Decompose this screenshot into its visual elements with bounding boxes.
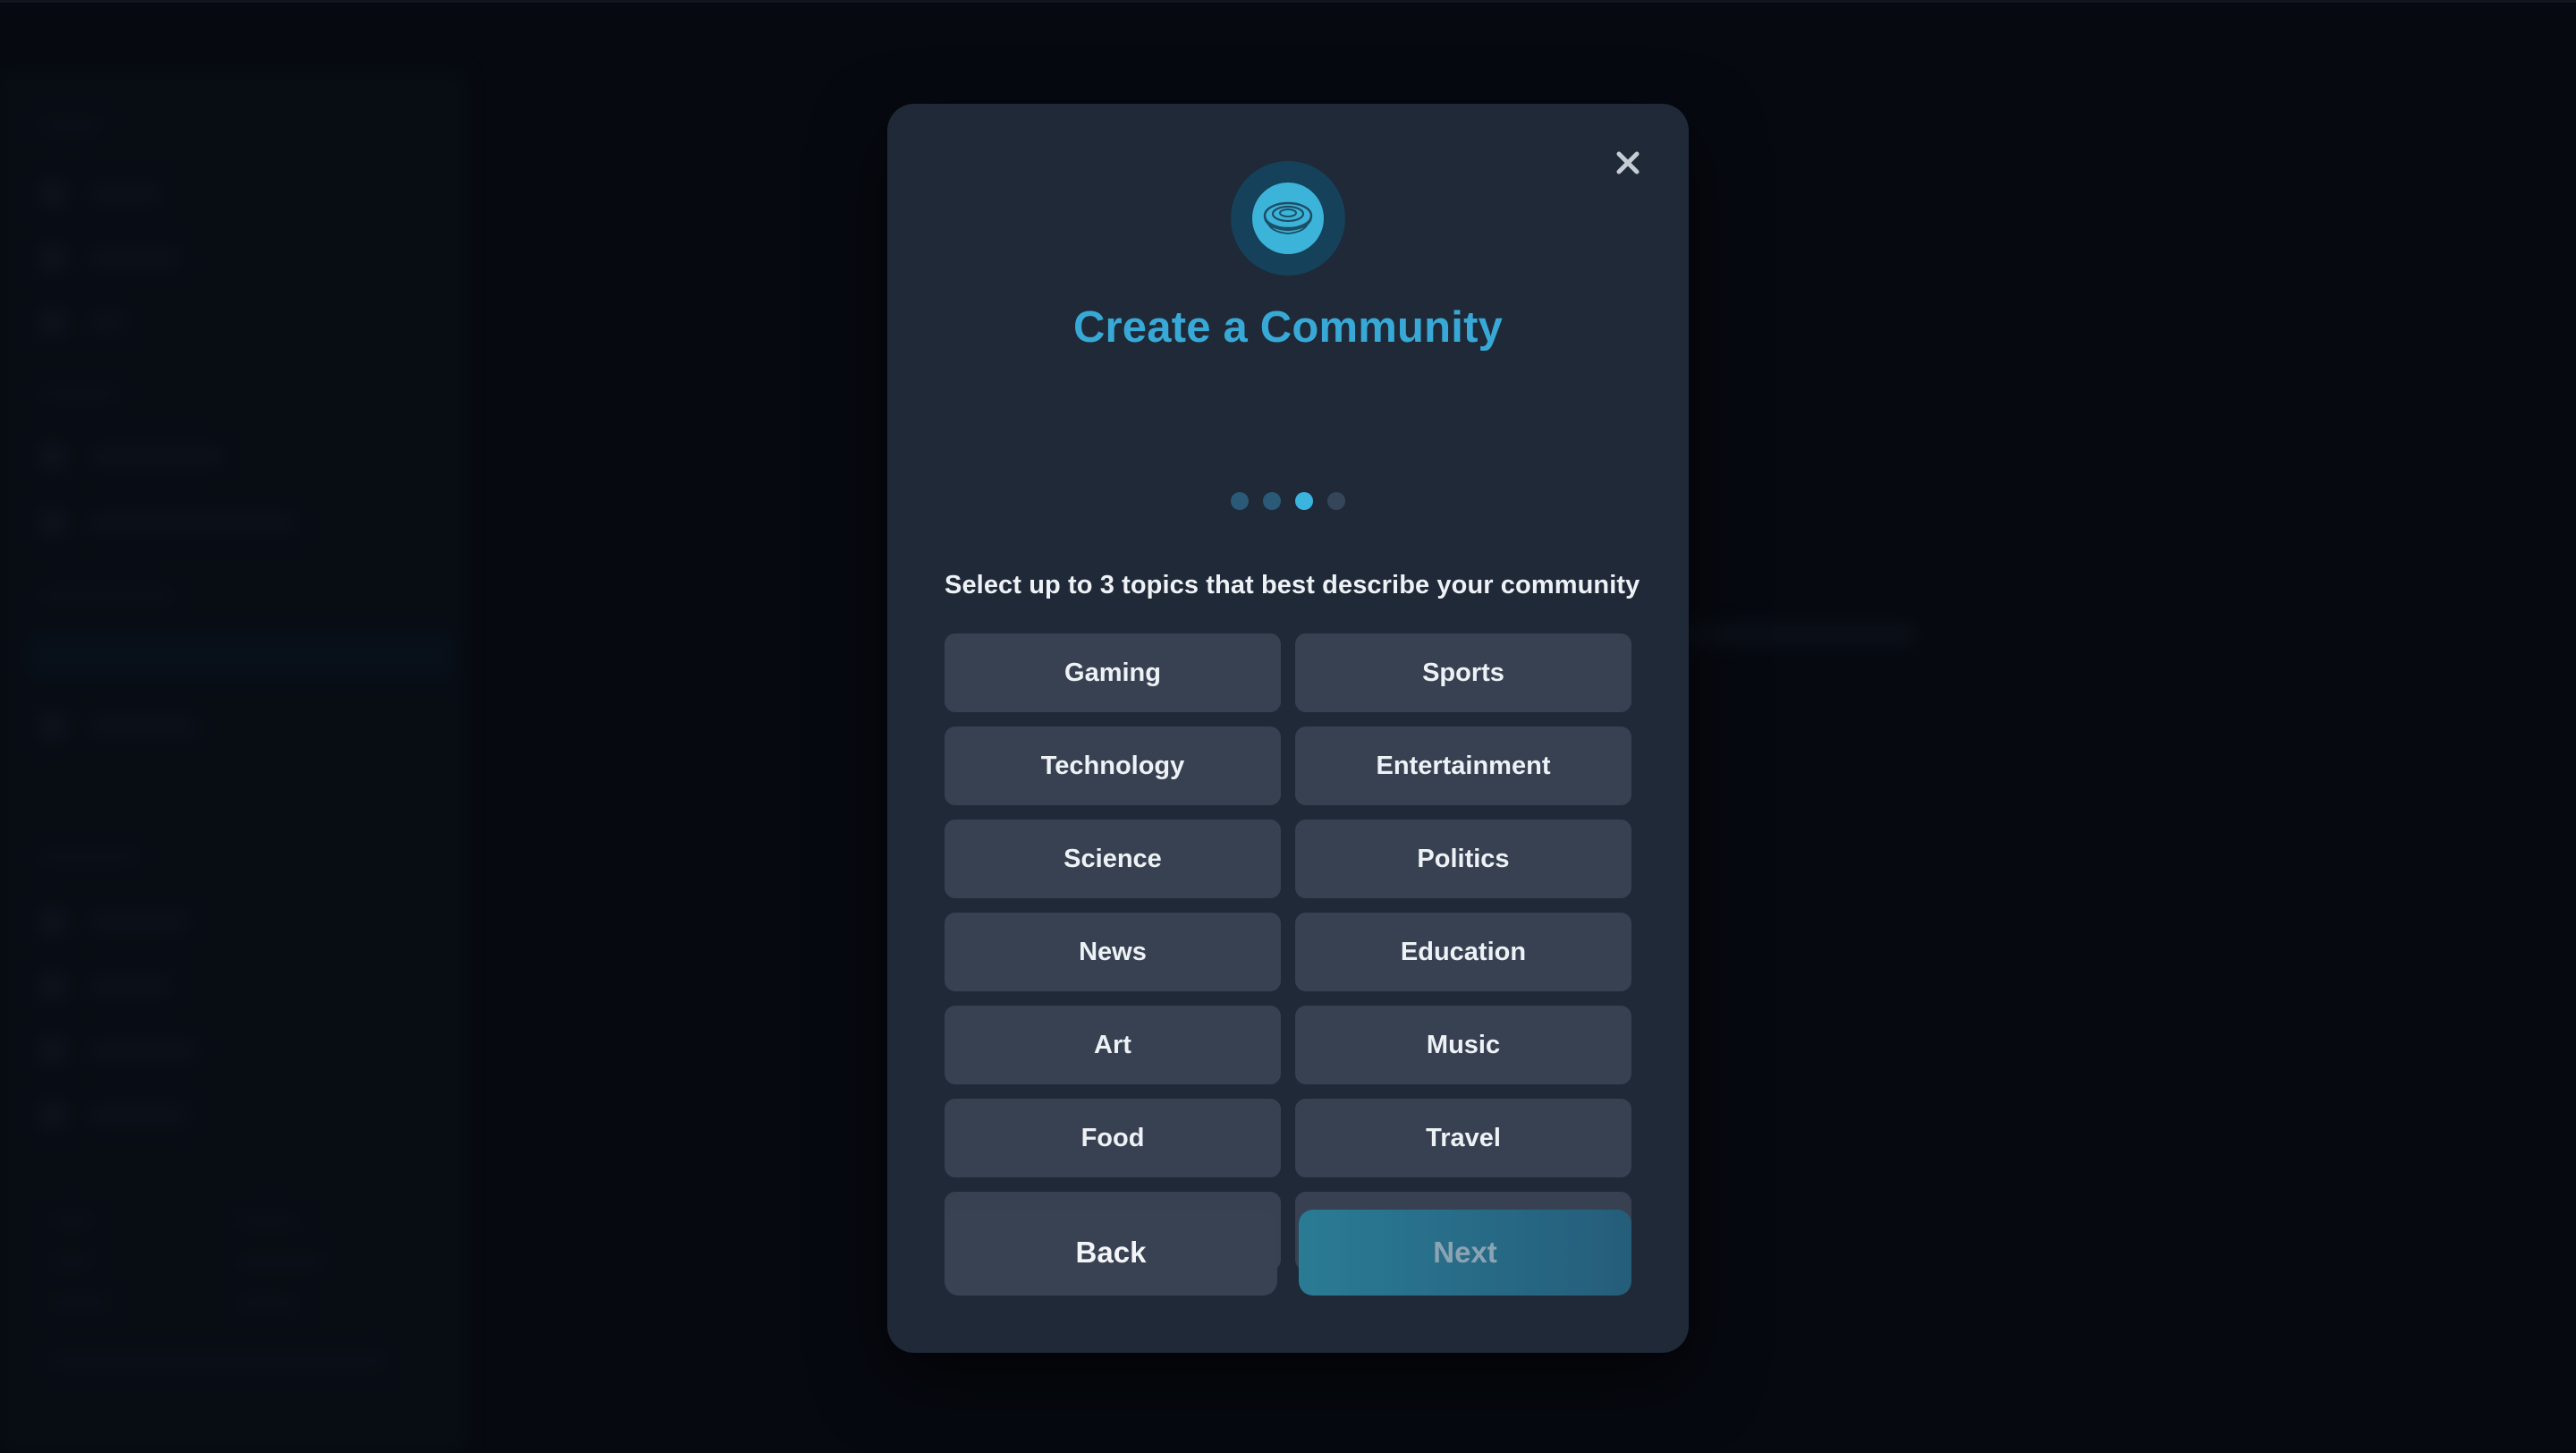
topic-art-button[interactable]: Art <box>945 1006 1281 1084</box>
topic-travel-button[interactable]: Travel <box>1295 1099 1631 1177</box>
close-button[interactable] <box>1605 140 1651 186</box>
step-dot-3-current <box>1295 492 1313 510</box>
topic-politics-button[interactable]: Politics <box>1295 820 1631 898</box>
step-dot-4 <box>1327 492 1345 510</box>
topic-gaming-button[interactable]: Gaming <box>945 633 1281 712</box>
topic-entertainment-button[interactable]: Entertainment <box>1295 726 1631 805</box>
topic-music-button[interactable]: Music <box>1295 1006 1631 1084</box>
next-button[interactable]: Next <box>1299 1210 1631 1296</box>
step-dot-2 <box>1263 492 1281 510</box>
topic-sports-button[interactable]: Sports <box>1295 633 1631 712</box>
topic-technology-button[interactable]: Technology <box>945 726 1281 805</box>
topic-food-button[interactable]: Food <box>945 1099 1281 1177</box>
topic-grid: Gaming Sports Technology Entertainment S… <box>945 633 1631 1270</box>
community-logo <box>1231 161 1345 276</box>
back-button[interactable]: Back <box>945 1210 1277 1296</box>
step-indicator <box>887 492 1689 510</box>
topic-news-button[interactable]: News <box>945 913 1281 991</box>
page: Create a Community Select up to 3 topics… <box>0 0 2576 1453</box>
community-logo-icon <box>1263 201 1313 234</box>
create-community-dialog: Create a Community Select up to 3 topics… <box>887 104 1689 1353</box>
topics-prompt: Select up to 3 topics that best describe… <box>945 571 1640 599</box>
close-icon <box>1616 151 1640 174</box>
step-dot-1 <box>1231 492 1249 510</box>
topic-education-button[interactable]: Education <box>1295 913 1631 991</box>
topic-science-button[interactable]: Science <box>945 820 1281 898</box>
dialog-title: Create a Community <box>1072 303 1504 352</box>
